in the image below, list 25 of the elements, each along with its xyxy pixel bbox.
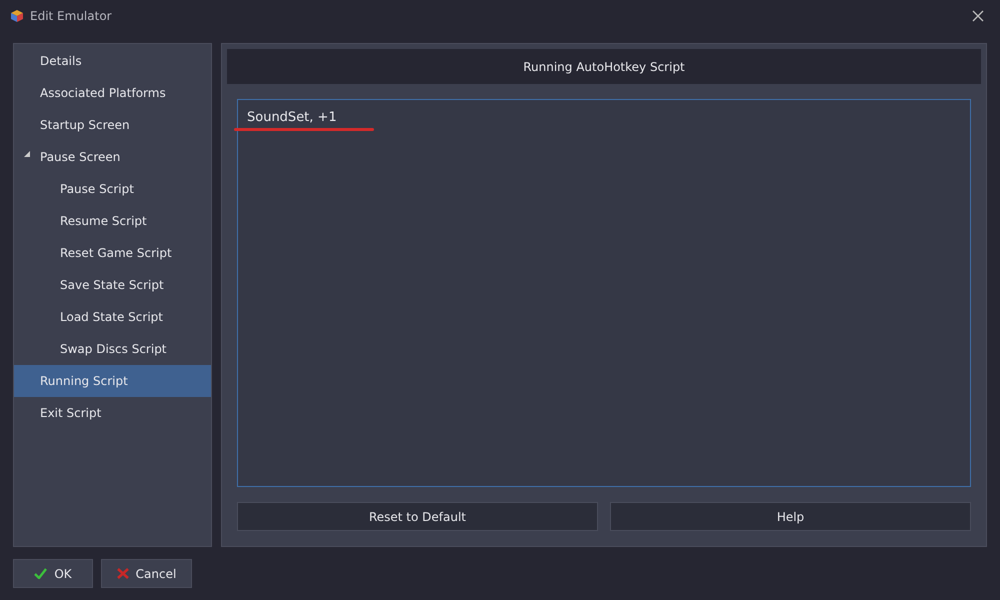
sidebar-item[interactable]: Resume Script [14, 205, 211, 237]
sidebar-item[interactable]: Swap Discs Script [14, 333, 211, 365]
window-title: Edit Emulator [30, 9, 113, 23]
script-editor[interactable]: SoundSet, +1 [237, 99, 971, 487]
cube-icon [10, 9, 24, 23]
x-icon [116, 568, 129, 579]
sidebar-item[interactable]: Reset Game Script [14, 237, 211, 269]
code-line: SoundSet, +1 [247, 110, 338, 125]
panel-header: Running AutoHotkey Script [227, 49, 981, 84]
panel-button[interactable]: Help [610, 502, 971, 531]
sidebar-item[interactable]: Load State Script [14, 301, 211, 333]
sidebar-item[interactable]: Save State Script [14, 269, 211, 301]
sidebar-item[interactable]: Details [14, 45, 211, 77]
sidebar-item[interactable]: Running Script [14, 365, 211, 397]
sidebar-item[interactable]: Exit Script [14, 397, 211, 429]
sidebar-item[interactable]: Pause Script [14, 173, 211, 205]
expand-triangle-icon[interactable] [24, 151, 30, 157]
checkmark-icon [34, 568, 48, 579]
sidebar-item[interactable]: Associated Platforms [14, 77, 211, 109]
sidebar-item[interactable]: Pause Screen [14, 141, 211, 173]
sidebar-item[interactable]: Startup Screen [14, 109, 211, 141]
close-icon[interactable] [972, 10, 984, 22]
ok-button[interactable]: OK [13, 559, 93, 588]
panel-button[interactable]: Reset to Default [237, 502, 598, 531]
cancel-button[interactable]: Cancel [101, 559, 192, 588]
